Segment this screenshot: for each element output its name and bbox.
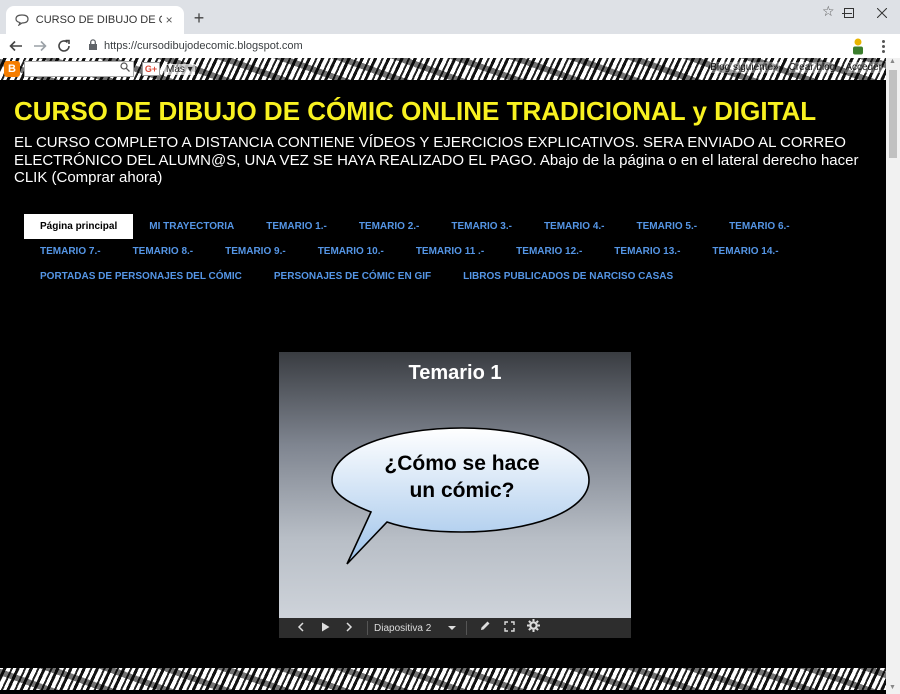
tab-personajes-gif[interactable]: PERSONAJES DE CÓMIC EN GIF [258,264,447,289]
address-bar[interactable]: https://cursodibujodecomic.blogspot.com [80,35,848,57]
url-text: https://cursodibujodecomic.blogspot.com [104,40,303,52]
create-blog-link[interactable]: Crear blog [788,62,836,73]
tab-temario-12[interactable]: TEMARIO 12.- [500,239,598,264]
blogger-navbar: B G+ Más ▾ [4,60,195,78]
more-menu-button[interactable]: Más ▾ [164,63,195,75]
bookmark-star-icon[interactable]: ☆ [822,4,835,18]
play-icon[interactable] [313,618,337,638]
scroll-down-icon[interactable]: ▼ [889,684,896,691]
tab-temario-9[interactable]: TEMARIO 9.- [209,239,302,264]
browser-menu-icon[interactable] [877,37,889,55]
next-slide-icon[interactable] [337,618,361,638]
google-plus-button[interactable]: G+ [142,62,160,76]
page-viewport: B G+ Más ▾ Blog siguiente» Crear blog Ac… [0,58,886,694]
tab-temario-13[interactable]: TEMARIO 13.- [598,239,696,264]
new-tab-button[interactable]: + [190,9,208,27]
tab-temario-5[interactable]: TEMARIO 5.- [621,214,714,239]
embedded-slideshow[interactable]: Temario 1 ¿Cómo se hace un cómic? Diapos… [279,352,631,638]
tab-strip: CURSO DE DIBUJO DE CÓMIC O × + [0,0,900,34]
bubble-text-line-1: ¿Cómo se hace [384,452,540,475]
tab-pagina-principal[interactable]: Página principal [24,214,134,239]
previous-slide-icon[interactable] [289,618,313,638]
slide-selector[interactable]: Diapositiva 2 [374,623,460,634]
browser-toolbar: https://cursodibujodecomic.blogspot.com [0,34,900,58]
slide-selector-label: Diapositiva 2 [374,622,432,634]
tab-close-icon[interactable]: × [162,13,176,27]
slideshow-controls: Diapositiva 2 [279,618,631,638]
blog-title[interactable]: CURSO DE DIBUJO DE CÓMIC ONLINE TRADICIO… [14,96,816,127]
tab-temario-7[interactable]: TEMARIO 7.- [24,239,117,264]
maximize-icon [832,0,866,26]
controls-divider [367,621,368,635]
search-icon[interactable] [120,62,130,75]
pages-tabs-row-2: TEMARIO 7.- TEMARIO 8.- TEMARIO 9.- TEMA… [24,239,864,264]
tab-temario-6[interactable]: TEMARIO 6.- [713,214,806,239]
bubble-text: ¿Cómo se hace un cómic? [371,450,553,504]
blogger-navbar-links: Blog siguiente» Crear blog Acceder [710,62,882,73]
scroll-up-icon[interactable]: ▲ [889,58,896,65]
tab-temario-14[interactable]: TEMARIO 14.- [696,239,794,264]
page-scrollbar[interactable]: ▲ ▼ [886,58,900,694]
tab-temario-10[interactable]: TEMARIO 10.- [302,239,400,264]
back-arrow-icon[interactable] [5,35,27,57]
speech-bubble-icon [14,12,30,28]
lock-icon [88,39,98,53]
sign-in-link[interactable]: Acceder [845,62,882,73]
slide[interactable]: Temario 1 ¿Cómo se hace un cómic? [279,352,631,618]
scrollbar-thumb[interactable] [889,70,897,158]
pages-tabs-row-3: PORTADAS DE PERSONAJES DEL CÓMIC PERSONA… [24,264,864,289]
blog-description: EL CURSO COMPLETO A DISTANCIA CONTIENE V… [14,134,859,186]
tab-libros-publicados[interactable]: LIBROS PUBLICADOS DE NARCISO CASAS [447,264,689,289]
pages-tabs: Página principal MI TRAYECTORIA TEMARIO … [24,214,864,289]
edit-pencil-icon[interactable] [473,618,497,638]
browser-tab[interactable]: CURSO DE DIBUJO DE CÓMIC O × [6,6,184,34]
blog-search-input[interactable] [24,61,134,77]
reload-icon[interactable] [53,35,75,57]
footer-pattern [0,668,886,690]
tab-temario-8[interactable]: TEMARIO 8.- [117,239,210,264]
fullscreen-icon[interactable] [497,618,521,638]
tab-temario-11[interactable]: TEMARIO 11 .- [400,239,500,264]
tab-temario-1[interactable]: TEMARIO 1.- [250,214,343,239]
caret-down-icon [448,623,456,634]
tab-temario-4[interactable]: TEMARIO 4.- [528,214,621,239]
profile-avatar-icon[interactable] [851,37,867,55]
tab-temario-3[interactable]: TEMARIO 3.- [435,214,528,239]
blogger-logo-icon[interactable]: B [4,61,20,77]
close-window-icon[interactable] [865,0,899,26]
tab-portadas-personajes[interactable]: PORTADAS DE PERSONAJES DEL CÓMIC [24,264,258,289]
tab-temario-2[interactable]: TEMARIO 2.- [343,214,436,239]
settings-gear-icon[interactable] [521,618,545,638]
tab-title: CURSO DE DIBUJO DE CÓMIC O [35,14,162,26]
bubble-text-line-2: un cómic? [409,479,515,502]
controls-divider-2 [466,621,467,635]
pages-tabs-row-1: Página principal MI TRAYECTORIA TEMARIO … [24,214,864,239]
tab-mi-trayectoria[interactable]: MI TRAYECTORIA [133,214,250,239]
next-blog-link[interactable]: Blog siguiente» [710,62,779,73]
forward-arrow-icon[interactable] [29,35,51,57]
